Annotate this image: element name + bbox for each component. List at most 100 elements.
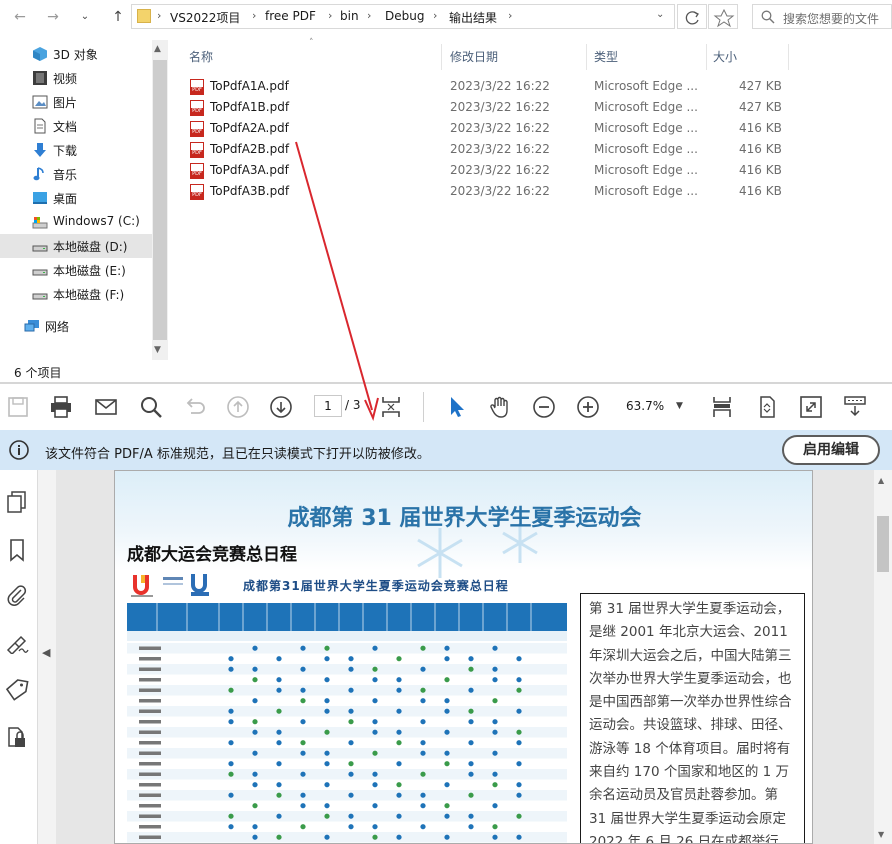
attachment-icon[interactable] bbox=[5, 584, 29, 608]
search-icon bbox=[141, 397, 162, 418]
file-type: Microsoft Edge ... bbox=[594, 163, 698, 177]
tag-icon[interactable] bbox=[5, 678, 29, 702]
schedule-dot bbox=[444, 834, 450, 840]
nav-item-video[interactable]: 视频 bbox=[0, 66, 152, 90]
email-button[interactable] bbox=[93, 394, 119, 420]
file-name: ToPdfA2A.pdf bbox=[210, 121, 289, 135]
breadcrumb-item[interactable]: free PDF bbox=[265, 9, 316, 23]
column-header-date[interactable]: 修改日期 bbox=[450, 48, 498, 65]
zoom-out-button[interactable] bbox=[531, 394, 557, 420]
file-row[interactable]: ToPdfA3B.pdf 2023/3/22 16:22 Microsoft E… bbox=[186, 181, 806, 202]
forward-button[interactable]: → bbox=[43, 7, 63, 27]
file-date: 2023/3/22 16:22 bbox=[450, 79, 550, 93]
zoom-in-button[interactable] bbox=[575, 394, 601, 420]
pdf-file-icon bbox=[190, 100, 204, 116]
sidebar-toggle[interactable]: ◀ bbox=[38, 470, 56, 844]
fit-page-icon bbox=[382, 397, 400, 417]
save-icon bbox=[8, 397, 28, 417]
column-divider[interactable] bbox=[586, 44, 587, 70]
breadcrumb-item[interactable]: Debug bbox=[385, 9, 424, 23]
column-divider[interactable] bbox=[441, 44, 442, 70]
column-divider[interactable] bbox=[788, 44, 789, 70]
bookmark-icon[interactable] bbox=[5, 538, 29, 562]
schedule-row bbox=[127, 674, 567, 685]
page-number-input[interactable]: 1 bbox=[314, 395, 342, 417]
nav-item-drive-c[interactable]: Windows7 (C:) bbox=[0, 210, 152, 234]
nav-item-download[interactable]: 下载 bbox=[0, 138, 152, 162]
drive-icon bbox=[32, 245, 48, 252]
schedule-dot bbox=[252, 803, 258, 809]
pin-button[interactable] bbox=[708, 4, 738, 29]
column-divider[interactable] bbox=[706, 44, 707, 70]
column-header-type[interactable]: 类型 bbox=[594, 48, 618, 65]
document-security-icon[interactable] bbox=[5, 725, 29, 749]
chevron-right-icon: › bbox=[508, 9, 513, 22]
schedule-dot bbox=[468, 719, 474, 725]
schedule-dot bbox=[516, 813, 522, 819]
file-row[interactable]: ToPdfA2A.pdf 2023/3/22 16:22 Microsoft E… bbox=[186, 118, 806, 139]
more-tools-button[interactable] bbox=[842, 394, 868, 420]
save-button[interactable] bbox=[5, 394, 31, 420]
chevron-up-icon[interactable]: ▲ bbox=[878, 476, 884, 485]
back-button[interactable]: ← bbox=[10, 7, 30, 27]
breadcrumb-item[interactable]: 输出结果 bbox=[449, 9, 497, 26]
nav-item-music[interactable]: 音乐 bbox=[0, 162, 152, 186]
column-header-size[interactable]: 大小 bbox=[713, 48, 737, 65]
full-screen-button[interactable] bbox=[798, 394, 824, 420]
mail-icon bbox=[95, 399, 117, 415]
print-button[interactable] bbox=[48, 394, 74, 420]
nav-item-documents[interactable]: 文档 bbox=[0, 114, 152, 138]
signature-icon[interactable] bbox=[5, 630, 29, 654]
breadcrumb-item[interactable]: VS2022项目 bbox=[170, 9, 240, 26]
next-page-button[interactable] bbox=[268, 394, 294, 420]
nav-item-drive-e[interactable]: 本地磁盘 (E:) bbox=[0, 258, 152, 282]
schedule-dot bbox=[276, 708, 282, 714]
search-button[interactable] bbox=[138, 394, 164, 420]
column-header-name[interactable]: 名称 bbox=[189, 48, 213, 65]
previous-page-button[interactable] bbox=[225, 394, 251, 420]
undo-button[interactable] bbox=[181, 394, 207, 420]
rotate-button[interactable] bbox=[754, 394, 780, 420]
zoom-select[interactable]: 63.7% ▼ bbox=[612, 395, 692, 417]
scroll-mode-button[interactable] bbox=[709, 394, 735, 420]
schedule-dot bbox=[420, 803, 426, 809]
chevron-down-icon[interactable]: ⌄ bbox=[656, 9, 664, 20]
schedule-dot bbox=[396, 708, 402, 714]
refresh-button[interactable] bbox=[677, 4, 707, 29]
enable-editing-button[interactable]: 启用编辑 bbox=[782, 435, 880, 465]
nav-item-network[interactable]: 网络 bbox=[0, 314, 144, 338]
document-scrollbar-thumb[interactable] bbox=[877, 516, 889, 572]
nav-item-pictures[interactable]: 图片 bbox=[0, 90, 152, 114]
schedule-dot bbox=[444, 645, 450, 651]
nav-item-desktop[interactable]: 桌面 bbox=[0, 186, 152, 210]
schedule-row bbox=[127, 832, 567, 843]
schedule-dot bbox=[468, 656, 474, 662]
nav-item-3d-objects[interactable]: 3D 对象 bbox=[0, 42, 152, 66]
chevron-up-icon[interactable]: ▲ bbox=[154, 44, 161, 54]
sport-label bbox=[139, 657, 161, 661]
nav-label: 文档 bbox=[53, 120, 78, 134]
schedule-row bbox=[127, 769, 567, 780]
select-tool-button[interactable] bbox=[444, 394, 470, 420]
fit-page-button[interactable] bbox=[378, 394, 404, 420]
nav-item-drive-f[interactable]: 本地磁盘 (F:) bbox=[0, 282, 152, 306]
nav-item-drive-d[interactable]: 本地磁盘 (D:) bbox=[0, 234, 152, 258]
file-row[interactable]: ToPdfA1B.pdf 2023/3/22 16:22 Microsoft E… bbox=[186, 97, 806, 118]
recent-dropdown-button[interactable]: ⌄ bbox=[75, 7, 95, 27]
file-row[interactable]: ToPdfA3A.pdf 2023/3/22 16:22 Microsoft E… bbox=[186, 160, 806, 181]
up-button[interactable]: ↑ bbox=[108, 7, 128, 27]
breadcrumb-item[interactable]: bin bbox=[340, 9, 359, 23]
nav-scrollbar-thumb[interactable] bbox=[153, 60, 167, 340]
chevron-down-icon[interactable]: ▼ bbox=[878, 830, 884, 839]
file-row[interactable]: ToPdfA2B.pdf 2023/3/22 16:22 Microsoft E… bbox=[186, 139, 806, 160]
page-thumbnails-icon[interactable] bbox=[5, 490, 29, 514]
search-input[interactable]: 搜索您想要的文件 bbox=[752, 4, 892, 29]
schedule-dot bbox=[372, 782, 378, 788]
schedule-dot bbox=[492, 771, 498, 777]
schedule-dot bbox=[516, 656, 522, 662]
breadcrumb[interactable]: › VS2022项目 › free PDF › bin › Debug › 输出… bbox=[131, 4, 675, 29]
file-row[interactable]: ToPdfA1A.pdf 2023/3/22 16:22 Microsoft E… bbox=[186, 76, 806, 97]
hand-tool-button[interactable] bbox=[487, 394, 513, 420]
chevron-down-icon[interactable]: ▼ bbox=[154, 345, 161, 355]
refresh-icon bbox=[685, 11, 699, 25]
